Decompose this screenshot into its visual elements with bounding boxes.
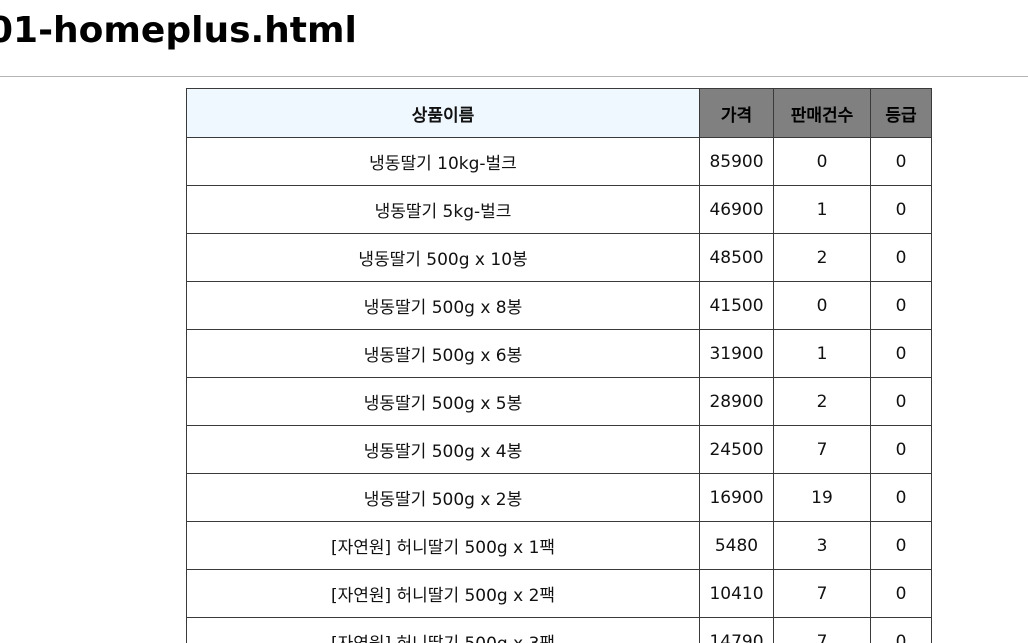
cell-product-name: 냉동딸기 500g x 10봉: [186, 233, 700, 282]
page: 01-homeplus.html 상품이름 가격 판매건수 등급 냉동딸기 10…: [0, 0, 1028, 643]
table-row: [자연원] 허니딸기 500g x 3팩 14790 7 0: [186, 617, 932, 643]
cell-sales-count: 0: [773, 281, 871, 330]
cell-price: 41500: [699, 281, 774, 330]
cell-sales-count: 2: [773, 233, 871, 282]
cell-product-name: 냉동딸기 500g x 2봉: [186, 473, 700, 522]
cell-product-name: 냉동딸기 500g x 8봉: [186, 281, 700, 330]
divider: [0, 76, 1028, 77]
cell-price: 16900: [699, 473, 774, 522]
cell-product-name: 냉동딸기 500g x 6봉: [186, 329, 700, 378]
cell-product-name: [자연원] 허니딸기 500g x 1팩: [186, 521, 700, 570]
cell-sales-count: 3: [773, 521, 871, 570]
cell-grade: 0: [870, 569, 932, 618]
page-title: 01-homeplus.html: [0, 10, 357, 51]
cell-sales-count: 7: [773, 617, 871, 643]
products-table: 상품이름 가격 판매건수 등급 냉동딸기 10kg-벌크 85900 0 0 냉…: [186, 88, 932, 643]
cell-price: 31900: [699, 329, 774, 378]
cell-product-name: 냉동딸기 500g x 4봉: [186, 425, 700, 474]
cell-price: 14790: [699, 617, 774, 643]
table-row: 냉동딸기 10kg-벌크 85900 0 0: [186, 137, 932, 186]
cell-price: 28900: [699, 377, 774, 426]
cell-sales-count: 0: [773, 137, 871, 186]
table-header-row: 상품이름 가격 판매건수 등급: [186, 88, 932, 138]
cell-grade: 0: [870, 233, 932, 282]
cell-price: 10410: [699, 569, 774, 618]
header-grade: 등급: [870, 88, 932, 138]
cell-price: 46900: [699, 185, 774, 234]
cell-price: 5480: [699, 521, 774, 570]
cell-product-name: [자연원] 허니딸기 500g x 3팩: [186, 617, 700, 643]
cell-grade: 0: [870, 377, 932, 426]
cell-grade: 0: [870, 521, 932, 570]
cell-product-name: 냉동딸기 5kg-벌크: [186, 185, 700, 234]
cell-grade: 0: [870, 329, 932, 378]
cell-grade: 0: [870, 473, 932, 522]
table-row: [자연원] 허니딸기 500g x 2팩 10410 7 0: [186, 569, 932, 618]
header-sales-count: 판매건수: [773, 88, 871, 138]
cell-sales-count: 1: [773, 185, 871, 234]
cell-product-name: 냉동딸기 10kg-벌크: [186, 137, 700, 186]
cell-sales-count: 19: [773, 473, 871, 522]
table-row: [자연원] 허니딸기 500g x 1팩 5480 3 0: [186, 521, 932, 570]
cell-grade: 0: [870, 281, 932, 330]
cell-grade: 0: [870, 185, 932, 234]
table-row: 냉동딸기 500g x 4봉 24500 7 0: [186, 425, 932, 474]
cell-sales-count: 1: [773, 329, 871, 378]
cell-grade: 0: [870, 425, 932, 474]
header-product-name: 상품이름: [186, 88, 700, 138]
header-price: 가격: [699, 88, 774, 138]
table-row: 냉동딸기 500g x 6봉 31900 1 0: [186, 329, 932, 378]
table-row: 냉동딸기 500g x 5봉 28900 2 0: [186, 377, 932, 426]
cell-price: 24500: [699, 425, 774, 474]
cell-product-name: [자연원] 허니딸기 500g x 2팩: [186, 569, 700, 618]
cell-grade: 0: [870, 617, 932, 643]
cell-price: 85900: [699, 137, 774, 186]
cell-grade: 0: [870, 137, 932, 186]
table-row: 냉동딸기 500g x 2봉 16900 19 0: [186, 473, 932, 522]
table-row: 냉동딸기 500g x 8봉 41500 0 0: [186, 281, 932, 330]
cell-sales-count: 7: [773, 425, 871, 474]
cell-sales-count: 7: [773, 569, 871, 618]
cell-product-name: 냉동딸기 500g x 5봉: [186, 377, 700, 426]
cell-sales-count: 2: [773, 377, 871, 426]
table-row: 냉동딸기 5kg-벌크 46900 1 0: [186, 185, 932, 234]
table-row: 냉동딸기 500g x 10봉 48500 2 0: [186, 233, 932, 282]
cell-price: 48500: [699, 233, 774, 282]
